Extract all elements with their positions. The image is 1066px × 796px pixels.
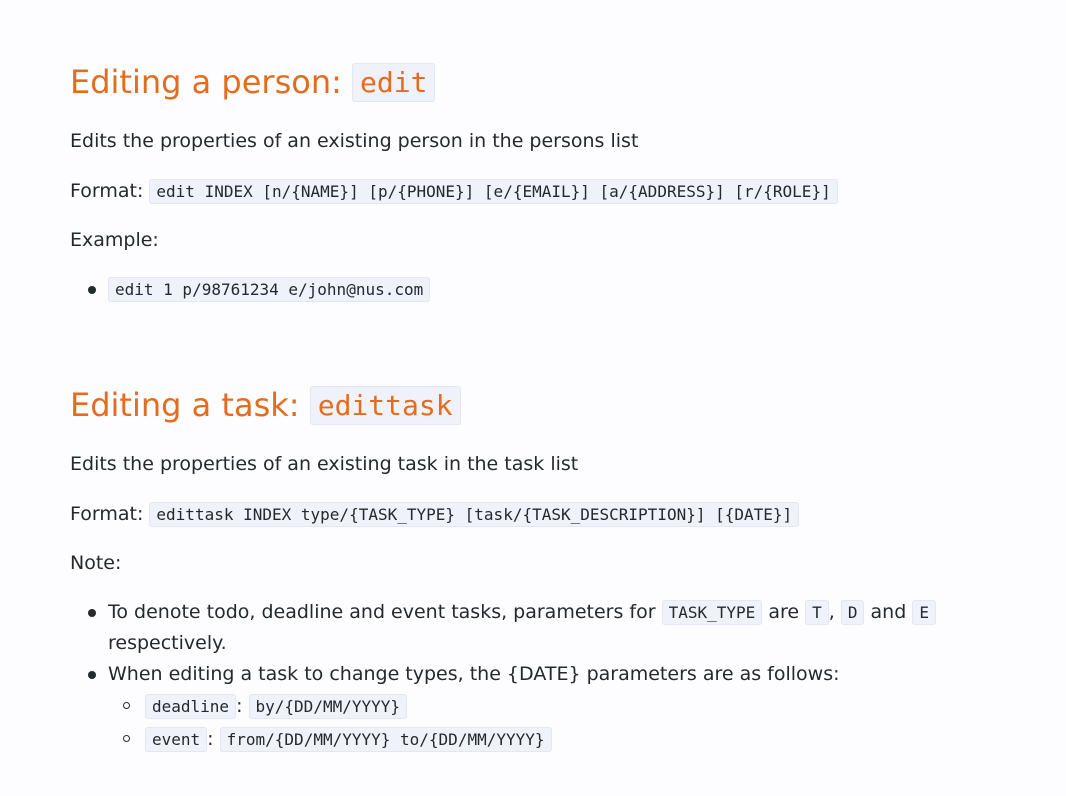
heading-text: Editing a person: — [70, 63, 353, 101]
event-code: E — [912, 600, 936, 625]
list-item: When editing a task to change types, the… — [70, 659, 970, 756]
note-text: To denote todo, deadline and event tasks… — [108, 601, 662, 623]
note-list: To denote todo, deadline and event tasks… — [70, 597, 970, 756]
list-item: edit 1 p/98761234 e/john@nus.com — [70, 274, 431, 305]
separator: : — [207, 728, 220, 750]
task-format: Format: edittask INDEX type/{TASK_TYPE} … — [70, 501, 800, 528]
person-description: Edits the properties of an existing pers… — [70, 130, 639, 152]
heading-text: Editing a task: — [70, 386, 310, 424]
heading-editing-person: Editing a person: edit — [70, 62, 436, 103]
deadline-code: D — [840, 600, 865, 625]
note-text: When editing a task to change types, the… — [108, 663, 840, 685]
task-description: Edits the properties of an existing task… — [70, 453, 579, 475]
format-label: Format: — [70, 180, 150, 202]
heading-code: edittask — [309, 386, 461, 425]
heading-editing-task: Editing a task: edittask — [70, 385, 461, 426]
type-code: event — [145, 727, 208, 752]
heading-code: edit — [352, 63, 436, 102]
date-params-list: deadline: by/{DD/MM/YYYY} event: from/{D… — [108, 690, 970, 756]
note-text: , — [828, 601, 841, 623]
example-label: Example: — [70, 229, 159, 251]
type-code: deadline — [145, 694, 237, 719]
value-code: from/{DD/MM/YYYY} to/{DD/MM/YYYY} — [219, 727, 552, 752]
separator: : — [236, 695, 249, 717]
format-code: edit INDEX [n/{NAME}] [p/{PHONE}] [e/{EM… — [149, 179, 838, 204]
note-text: are — [762, 601, 806, 623]
format-label: Format: — [70, 503, 150, 525]
note-label: Note: — [70, 552, 122, 574]
value-code: by/{DD/MM/YYYY} — [248, 694, 408, 719]
note-text-continued: respectively. — [108, 632, 227, 654]
sub-list-item: deadline: by/{DD/MM/YYYY} — [108, 690, 970, 723]
todo-code: T — [805, 600, 829, 625]
task-type-code: TASK_TYPE — [661, 600, 763, 625]
format-code: edittask INDEX type/{TASK_TYPE} [task/{T… — [149, 502, 800, 527]
sub-list-item: event: from/{DD/MM/YYYY} to/{DD/MM/YYYY} — [108, 723, 970, 756]
list-item: To denote todo, deadline and event tasks… — [70, 597, 970, 659]
example-code: edit 1 p/98761234 e/john@nus.com — [108, 277, 431, 302]
example-list: edit 1 p/98761234 e/john@nus.com — [70, 274, 431, 305]
person-format: Format: edit INDEX [n/{NAME}] [p/{PHONE}… — [70, 178, 838, 205]
note-text: and — [864, 601, 913, 623]
